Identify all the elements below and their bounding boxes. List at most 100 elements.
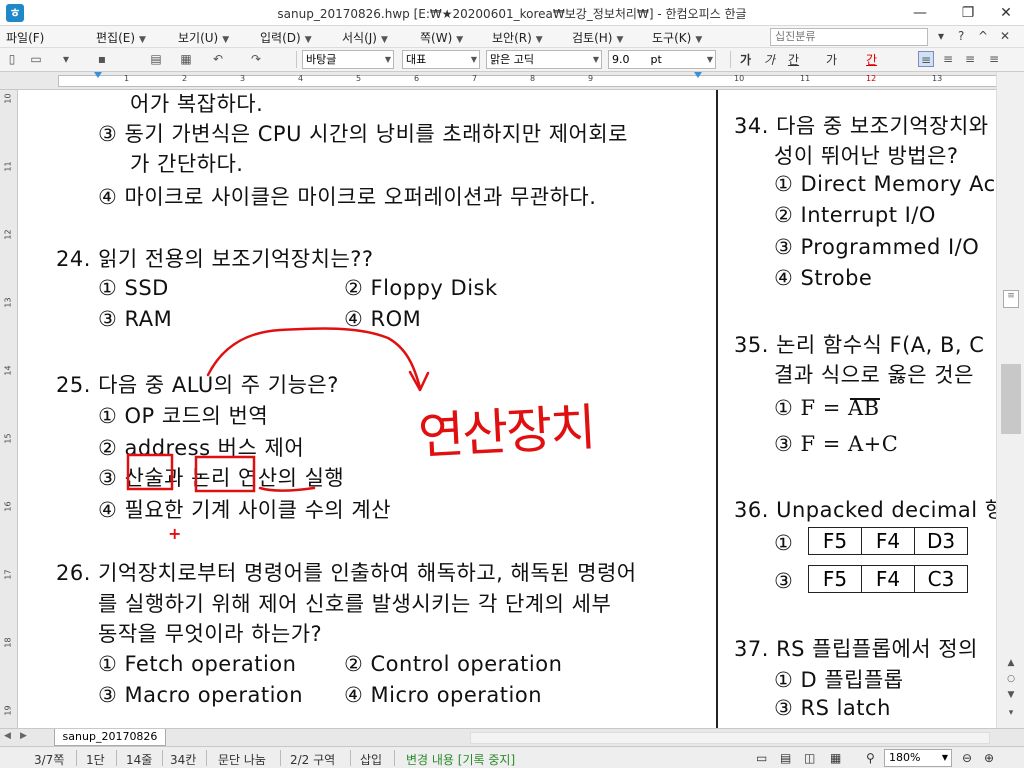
- zoom-search-icon[interactable]: ⚲: [866, 751, 875, 765]
- scroll-thumb[interactable]: ≡: [1003, 290, 1019, 308]
- style-select[interactable]: 바탕글 ▼: [302, 50, 394, 69]
- ruler-tick: 12: [866, 74, 877, 83]
- zoom-in-icon[interactable]: ⊕: [984, 751, 994, 765]
- menu-insert[interactable]: 입력(D) ▼: [260, 29, 312, 46]
- view-grid-icon[interactable]: ▦: [830, 751, 841, 765]
- chevron-down-icon: ▼: [139, 35, 146, 45]
- menu-view-label: 보기(U): [178, 31, 219, 45]
- chevron-down-icon: ▼: [535, 35, 543, 45]
- align-left-icon[interactable]: ≡: [940, 51, 956, 67]
- tab-next-icon[interactable]: ▶: [20, 731, 27, 741]
- status-separator: [76, 750, 77, 766]
- horizontal-ruler[interactable]: 1 2 3 4 5 6 7 8 9 10 11 12 13: [0, 72, 1010, 90]
- menu-tools[interactable]: 도구(K) ▼: [652, 29, 702, 46]
- menu-format[interactable]: 서식(J) ▼: [342, 29, 388, 46]
- status-page[interactable]: 3/7쪽: [34, 751, 64, 768]
- menu-page-label: 쪽(W): [420, 31, 453, 45]
- chevron-down-icon: ▼: [695, 35, 703, 45]
- tab-prev-icon[interactable]: ◀: [4, 731, 11, 741]
- menu-file[interactable]: 파일(F): [6, 29, 44, 46]
- strikethrough-button[interactable]: 가: [826, 51, 837, 68]
- open-dropdown-icon[interactable]: ▾: [58, 51, 74, 67]
- zoom-select[interactable]: 180% ▼: [884, 749, 952, 767]
- menu-review[interactable]: 검토(H) ▼: [572, 29, 623, 46]
- menu-page[interactable]: 쪽(W) ▼: [420, 29, 463, 46]
- tab-document[interactable]: sanup_20170826: [54, 729, 166, 746]
- underline-button[interactable]: 간: [788, 51, 799, 68]
- font-size-select[interactable]: 9.0 pt ▼: [608, 50, 716, 69]
- vertical-scrollbar[interactable]: ≡ ▲ ○ ▼ ▾: [996, 72, 1024, 728]
- indent-marker-icon[interactable]: [94, 72, 102, 78]
- print-icon[interactable]: ▤: [148, 51, 164, 67]
- status-track-changes[interactable]: 변경 내용 [기록 중지]: [406, 751, 515, 768]
- question-24: 24. 읽기 전용의 보조기억장치는??: [56, 247, 374, 271]
- word-and: 과: [164, 466, 192, 490]
- new-document-icon[interactable]: ▯: [4, 51, 20, 67]
- menu-security[interactable]: 보안(R) ▼: [492, 29, 543, 46]
- chevron-down-icon: ▼: [941, 753, 948, 762]
- font-color-button[interactable]: 간: [866, 51, 877, 68]
- ruler-tick: 10: [3, 93, 13, 104]
- scroll-mid-icon[interactable]: ○: [1003, 674, 1019, 688]
- view-normal-icon[interactable]: ▭: [756, 751, 767, 765]
- status-separator: [206, 750, 207, 766]
- font-type-select[interactable]: 대표 ▼: [402, 50, 480, 69]
- view-page-icon[interactable]: ▤: [780, 751, 791, 765]
- status-separator: [280, 750, 281, 766]
- scroll-down-icon[interactable]: ▾: [1003, 708, 1019, 722]
- packed-table-2: F5 F4 C3: [808, 565, 968, 593]
- option-marker: ③: [774, 569, 794, 593]
- text-line: ③ 동기 가변식은 CPU 시간의 낭비를 초래하지만 제어회로: [98, 122, 628, 146]
- close-doc-icon[interactable]: ✕: [1000, 29, 1010, 43]
- status-separator: [394, 750, 395, 766]
- text-line: 결과 식으로 옳은 것은: [774, 363, 974, 387]
- open-folder-icon[interactable]: ▭: [28, 51, 44, 67]
- status-insert-mode[interactable]: 삽입: [360, 751, 382, 768]
- ruler-tick: 9: [588, 74, 594, 83]
- font-name-select[interactable]: 맑은 고딕 ▼: [486, 50, 602, 69]
- document-area[interactable]: 어가 복잡하다. ③ 동기 가변식은 CPU 시간의 낭비를 초래하지만 제어회…: [18, 90, 996, 728]
- maximize-button[interactable]: ❐: [954, 3, 982, 23]
- save-icon[interactable]: ▪: [94, 51, 110, 67]
- align-right-icon[interactable]: ≡: [986, 51, 1002, 67]
- question-36: 36. Unpacked decimal 형식: [734, 498, 996, 522]
- italic-button[interactable]: 가: [764, 51, 775, 68]
- search-dropdown-icon[interactable]: ▾: [938, 29, 944, 43]
- horizontal-scrollbar[interactable]: [470, 732, 990, 744]
- help-icon[interactable]: ?: [958, 29, 964, 43]
- option-marker: ③: [98, 466, 125, 490]
- zoom-out-icon[interactable]: ⊖: [962, 751, 972, 765]
- option-text: ② Floppy Disk: [344, 276, 498, 300]
- overline-bar: [850, 398, 880, 400]
- minimize-button[interactable]: —: [906, 3, 934, 23]
- ruler-tick: 4: [298, 74, 304, 83]
- option-text: ② Interrupt I/O: [774, 203, 936, 227]
- ribbon-toggle-icon[interactable]: ^: [978, 29, 988, 43]
- toolbar-separator: [730, 51, 731, 68]
- redo-icon[interactable]: ↷: [248, 51, 264, 67]
- option-text: ① Direct Memory Acc: [774, 172, 996, 196]
- scroll-page-down-icon[interactable]: ▼: [1003, 690, 1019, 704]
- ruler-tick: 2: [182, 74, 188, 83]
- status-line: 14줄: [126, 753, 153, 767]
- menu-format-label: 서식(J): [342, 31, 377, 45]
- scroll-page-up-icon[interactable]: ▲: [1003, 658, 1019, 672]
- bold-button[interactable]: 가: [740, 51, 751, 68]
- option-text: ① OP 코드의 번역: [98, 404, 269, 428]
- status-separator: [350, 750, 351, 766]
- scroll-position-marker[interactable]: [1001, 364, 1021, 434]
- align-center-icon[interactable]: ≡: [962, 51, 978, 67]
- option-text: ① D 플립플롭: [774, 668, 904, 692]
- right-margin-marker-icon[interactable]: [694, 72, 702, 78]
- option-text: ③ RAM: [98, 307, 173, 331]
- vertical-ruler[interactable]: 10 11 12 13 14 15 16 17 18 19: [0, 90, 18, 728]
- menu-insert-label: 입력(D): [260, 31, 301, 45]
- undo-icon[interactable]: ↶: [210, 51, 226, 67]
- menu-view[interactable]: 보기(U) ▼: [178, 29, 229, 46]
- close-button[interactable]: ✕: [992, 3, 1020, 23]
- search-input[interactable]: [770, 28, 928, 46]
- menu-edit[interactable]: 편집(E) ▼: [96, 29, 146, 46]
- align-justify-icon[interactable]: ≡: [918, 51, 934, 67]
- preview-icon[interactable]: ▦: [178, 51, 194, 67]
- view-web-icon[interactable]: ◫: [804, 751, 815, 765]
